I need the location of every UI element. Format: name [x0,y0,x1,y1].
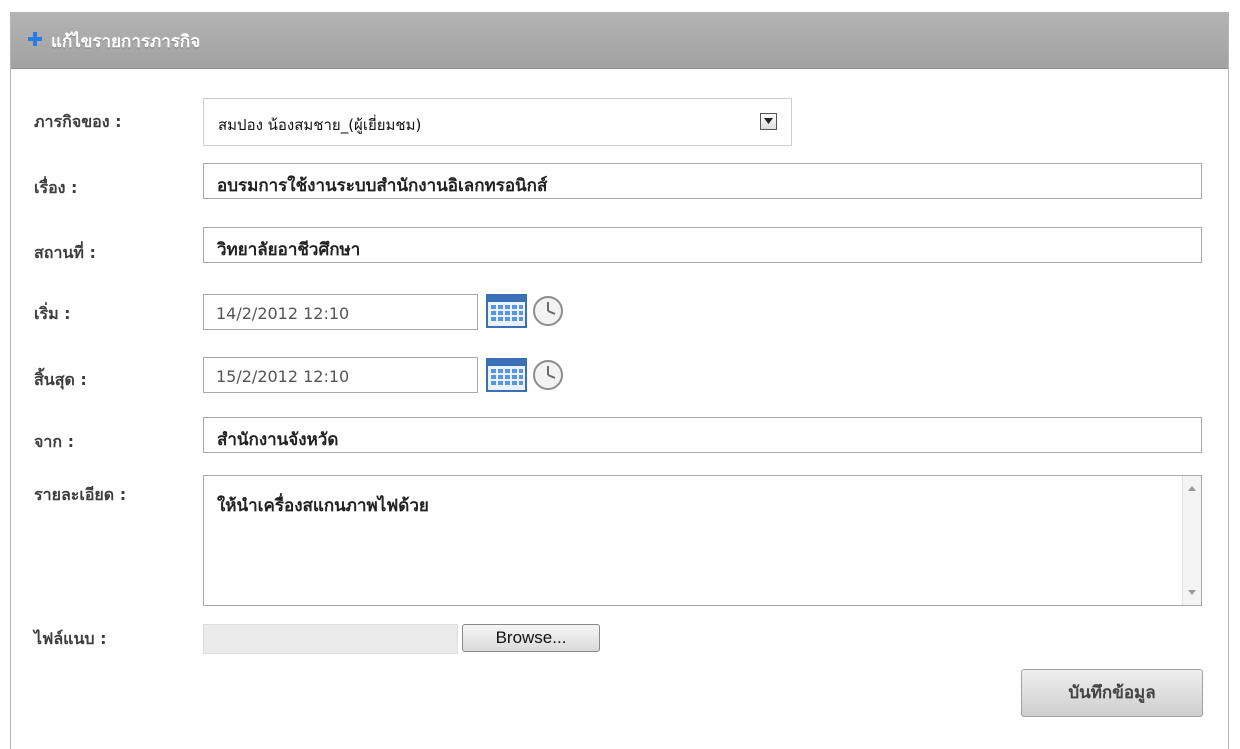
attachment-label: ไฟล์แนบ : [34,629,107,648]
location-input[interactable]: วิทยาลัยอาชีวศึกษา [203,227,1202,263]
from-input-value: สำนักงานจังหวัด [217,430,339,450]
clock-icon[interactable] [531,294,565,328]
subject-input[interactable]: อบรมการใช้งานระบบสำนักงานอิเลกทรอนิกส์ [203,163,1202,199]
owner-select[interactable]: สมปอง น้องสมชาย_(ผู้เยี่ยมชม) [203,98,792,146]
attachment-path-field[interactable] [203,624,458,654]
chevron-down-icon[interactable] [760,113,777,130]
details-scrollbar[interactable] [1182,476,1201,605]
details-textarea-value: ให้นำเครื่องสแกนภาพไฟด้วย [217,496,429,516]
panel-title: แก้ไขรายการภารกิจ [51,32,201,52]
scroll-down-icon[interactable] [1188,590,1196,595]
details-label: รายละเอียด : [34,485,127,504]
subject-input-value: อบรมการใช้งานระบบสำนักงานอิเลกทรอนิกส์ [217,176,548,196]
panel-header: แก้ไขรายการภารกิจ [11,13,1228,69]
calendar-icon[interactable] [484,356,529,394]
start-date-input[interactable]: 14/2/2012 12:10 [203,294,478,330]
from-input[interactable]: สำนักงานจังหวัด [203,417,1202,453]
browse-button[interactable]: Browse... [462,624,600,652]
end-date-input[interactable]: 15/2/2012 12:10 [203,357,478,393]
start-label: เริ่ม : [34,304,71,323]
start-date-value: 14/2/2012 12:10 [216,304,350,323]
owner-select-value: สมปอง น้องสมชาย_(ผู้เยี่ยมชม) [218,116,422,134]
location-label: สถานที่ : [34,243,96,262]
calendar-icon[interactable] [484,292,529,330]
end-date-value: 15/2/2012 12:10 [216,367,350,386]
owner-label: ภารกิจของ : [34,112,122,131]
scroll-up-icon[interactable] [1188,486,1196,491]
location-input-value: วิทยาลัยอาชีวศึกษา [217,240,361,260]
plus-icon [28,32,42,46]
details-textarea[interactable]: ให้นำเครื่องสแกนภาพไฟด้วย [203,475,1202,606]
from-label: จาก : [34,432,75,451]
save-button[interactable]: บันทึกข้อมูล [1021,669,1203,717]
subject-label: เรื่อง : [34,178,78,197]
end-label: สิ้นสุด : [34,370,87,389]
clock-icon[interactable] [531,358,565,392]
